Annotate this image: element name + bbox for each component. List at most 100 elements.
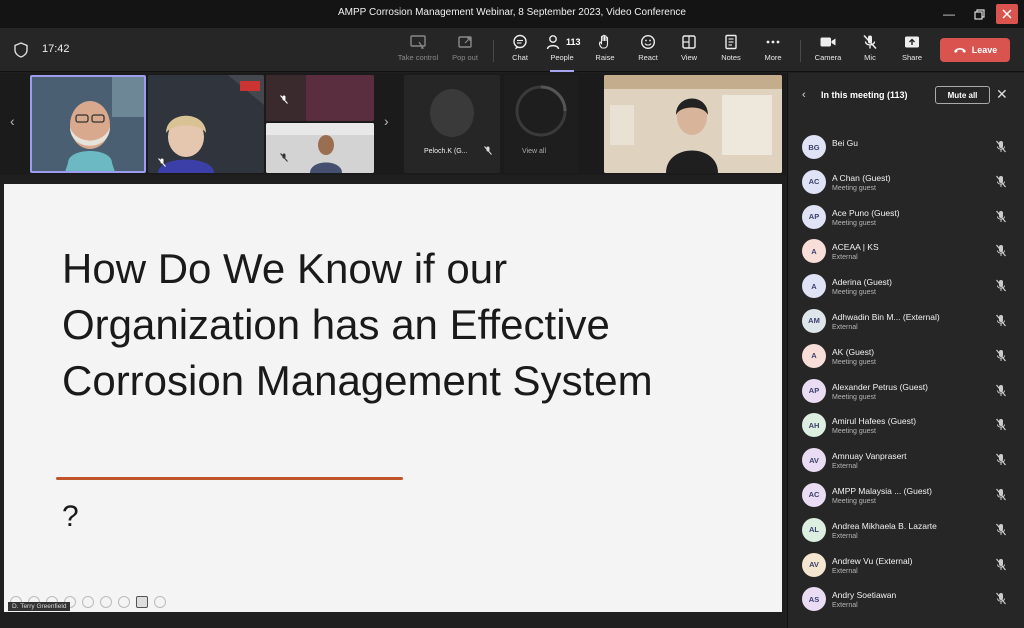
mic-off-icon[interactable] xyxy=(995,349,1007,362)
participants-panel: ‹ In this meeting (113) Mute all ✕ BG Bei… xyxy=(787,73,1024,628)
participant-row[interactable]: AS Andry Soetiawan External xyxy=(788,583,1024,618)
minimize-icon[interactable]: — xyxy=(938,4,960,24)
avatar: AM xyxy=(802,308,826,333)
meeting-toolbar: 17:42 Take control Pop out Chat 113 Peop… xyxy=(0,28,1024,72)
avatar: AV xyxy=(802,552,826,577)
more-button[interactable]: More xyxy=(751,34,795,68)
control-dot-icon[interactable] xyxy=(100,596,112,608)
scroll-right-arrow-icon[interactable]: › xyxy=(384,113,389,129)
participant-row[interactable]: AM Adhwadin Bin M... (External) External xyxy=(788,305,1024,340)
participant-row[interactable]: AC AMPP Malaysia ... (Guest) Meeting guest xyxy=(788,479,1024,514)
participant-name: Alexander Petrus (Guest) xyxy=(832,381,928,392)
video-tile-participant[interactable] xyxy=(148,75,264,173)
mic-button[interactable]: Mic xyxy=(848,34,892,68)
participant-role: External xyxy=(832,532,858,540)
people-button[interactable]: 113 People xyxy=(540,34,584,72)
participant-name: Andrea Mikhaela B. Lazarte xyxy=(832,520,937,531)
camera-toggle-icon[interactable] xyxy=(136,596,148,608)
participant-name: Amnuay Vanprasert xyxy=(832,451,907,462)
avatar: AV xyxy=(802,448,826,473)
slide-question-mark: ? xyxy=(62,500,79,533)
avatar: AP xyxy=(802,378,826,403)
view-icon xyxy=(682,35,696,49)
back-arrow-icon[interactable]: ‹ xyxy=(802,89,806,101)
camera-button[interactable]: Camera xyxy=(806,34,850,68)
participant-row[interactable]: A ACEAA | KS External xyxy=(788,235,1024,270)
mic-off-icon[interactable] xyxy=(995,314,1007,327)
video-tile-participant[interactable] xyxy=(604,75,782,173)
participant-name: ACEAA | KS xyxy=(832,242,879,253)
scroll-left-arrow-icon[interactable]: ‹ xyxy=(10,113,15,129)
shared-screen-slide: How Do We Know if our Organization has a… xyxy=(4,184,782,612)
avatar: A xyxy=(802,239,826,264)
mic-off-icon[interactable] xyxy=(995,592,1007,605)
notes-button[interactable]: Notes xyxy=(709,34,753,68)
window-title: AMPP Corrosion Management Webinar, 8 Sep… xyxy=(338,7,686,18)
zoom-icon[interactable] xyxy=(82,596,94,608)
more-options-icon[interactable] xyxy=(154,596,166,608)
participant-name: Adhwadin Bin M... (External) xyxy=(832,311,940,322)
participant-row[interactable]: AP Alexander Petrus (Guest) Meeting guest xyxy=(788,375,1024,410)
participant-row[interactable]: AH Amirul Hafees (Guest) Meeting guest xyxy=(788,409,1024,444)
video-tile-participant[interactable] xyxy=(266,123,374,173)
participant-role: External xyxy=(832,254,858,262)
take-control-icon xyxy=(410,35,426,49)
participant-video xyxy=(604,75,782,173)
video-strip: ‹ › Peloch.K (G... View all xyxy=(0,73,786,175)
mic-off-icon xyxy=(280,153,288,162)
mic-off-icon[interactable] xyxy=(995,244,1007,257)
participant-video xyxy=(404,75,500,173)
video-tile-participant[interactable] xyxy=(266,75,374,121)
control-dot-icon[interactable] xyxy=(118,596,130,608)
video-tile-participant[interactable]: Peloch.K (G... xyxy=(404,75,500,173)
mic-off-icon[interactable] xyxy=(995,384,1007,397)
chat-icon xyxy=(513,34,527,50)
raise-hand-button[interactable]: Raise xyxy=(583,34,627,68)
mic-off-icon[interactable] xyxy=(995,279,1007,292)
video-tile-presenter[interactable] xyxy=(30,75,146,173)
participant-list: BG Bei Gu AC A Chan (Guest) Meeting guest AP A… xyxy=(788,131,1024,618)
mic-off-icon[interactable] xyxy=(995,418,1007,431)
participant-row[interactable]: AV Amnuay Vanprasert External xyxy=(788,444,1024,479)
participant-name: Ace Puno (Guest) xyxy=(832,207,900,218)
mic-off-icon xyxy=(158,158,166,167)
avatar: AP xyxy=(802,204,826,229)
participant-name: Bei Gu xyxy=(832,138,858,148)
mic-off-icon xyxy=(863,34,877,50)
chat-button[interactable]: Chat xyxy=(498,34,542,68)
view-all-tile[interactable]: View all xyxy=(504,75,578,173)
meeting-time: 17:42 xyxy=(42,43,70,55)
participant-role: Meeting guest xyxy=(832,219,876,227)
close-panel-icon[interactable]: ✕ xyxy=(996,86,1008,103)
participant-row[interactable]: AC A Chan (Guest) Meeting guest xyxy=(788,166,1024,201)
participant-row[interactable]: AL Andrea Mikhaela B. Lazarte External xyxy=(788,514,1024,549)
participant-role: Meeting guest xyxy=(832,497,876,505)
pop-out-button[interactable]: Pop out xyxy=(443,34,487,68)
participant-name: Aderina (Guest) xyxy=(832,277,892,288)
share-button[interactable]: Share xyxy=(890,34,934,68)
avatar: AC xyxy=(802,169,826,194)
participant-row[interactable]: AP Ace Puno (Guest) Meeting guest xyxy=(788,201,1024,236)
mic-off-icon[interactable] xyxy=(995,488,1007,501)
view-button[interactable]: View xyxy=(667,34,711,68)
mic-off-icon[interactable] xyxy=(995,523,1007,536)
participant-video xyxy=(32,77,144,171)
participant-role: External xyxy=(832,463,858,471)
mute-all-button[interactable]: Mute all xyxy=(935,86,990,104)
react-button[interactable]: React xyxy=(626,34,670,68)
participant-row[interactable]: BG Bei Gu xyxy=(788,131,1024,166)
mic-off-icon[interactable] xyxy=(995,210,1007,223)
close-window-icon[interactable] xyxy=(996,4,1018,24)
mic-off-icon[interactable] xyxy=(995,558,1007,571)
mic-off-icon[interactable] xyxy=(995,453,1007,466)
participant-row[interactable]: A Aderina (Guest) Meeting guest xyxy=(788,270,1024,305)
presenter-name-label: D. Terry Greenfield xyxy=(8,602,71,611)
mic-off-icon[interactable] xyxy=(995,175,1007,188)
participant-row[interactable]: A AK (Guest) Meeting guest xyxy=(788,340,1024,375)
take-control-button[interactable]: Take control xyxy=(396,34,440,68)
maximize-icon[interactable] xyxy=(968,4,990,24)
mic-off-icon[interactable] xyxy=(995,140,1007,153)
participant-row[interactable]: AV Andrew Vu (External) External xyxy=(788,549,1024,584)
participant-name: AMPP Malaysia ... (Guest) xyxy=(832,485,932,496)
leave-button[interactable]: Leave xyxy=(940,38,1010,62)
